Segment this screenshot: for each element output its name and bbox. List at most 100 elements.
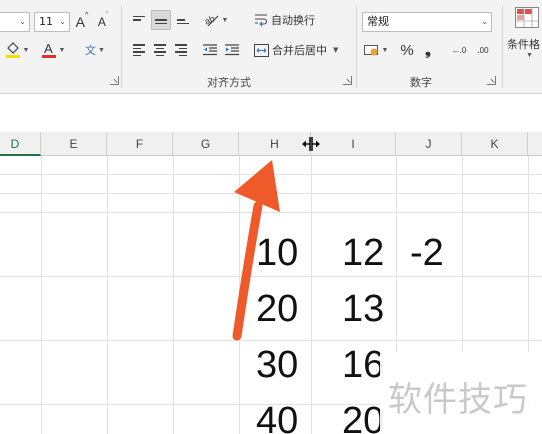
align-top-icon bbox=[133, 15, 145, 25]
down-caret-icon: ˇ bbox=[105, 12, 109, 19]
chevron-down-icon: ▼ bbox=[526, 52, 533, 59]
svg-text:A: A bbox=[44, 41, 53, 56]
gridline bbox=[239, 156, 240, 434]
gridline bbox=[107, 156, 108, 434]
chevron-down-icon: ▼ bbox=[333, 46, 339, 54]
number-group-label: 数字 bbox=[410, 76, 432, 89]
font-color-button[interactable]: A ▼ bbox=[38, 40, 68, 60]
cell-h-value[interactable]: 20 bbox=[256, 288, 298, 331]
chevron-down-icon: ▼ bbox=[22, 46, 30, 54]
increase-decimal-button[interactable]: ←.0 bbox=[448, 40, 470, 60]
chevron-down-icon: ⌄ bbox=[19, 17, 26, 26]
cell-h-value[interactable]: 10 bbox=[256, 232, 298, 275]
percent-label: % bbox=[400, 41, 414, 59]
align-middle-button[interactable] bbox=[151, 10, 171, 30]
column-header-j[interactable]: J bbox=[396, 132, 462, 156]
cell-i-value[interactable]: 13 bbox=[342, 288, 384, 331]
alignment-group-label: 对齐方式 bbox=[207, 76, 251, 89]
align-right-button[interactable] bbox=[172, 40, 190, 60]
align-top-button[interactable] bbox=[130, 10, 148, 30]
number-format-value: 常规 bbox=[367, 15, 389, 28]
chevron-down-icon: ⌄ bbox=[481, 17, 488, 26]
align-left-button[interactable] bbox=[130, 40, 148, 60]
cell-h-value[interactable]: 30 bbox=[256, 344, 298, 387]
decrease-decimal-label: .00 bbox=[477, 45, 489, 55]
orientation-button[interactable]: ab ▼ bbox=[201, 10, 231, 30]
percent-style-button[interactable]: % bbox=[397, 40, 417, 60]
cell-h-value[interactable]: 40 bbox=[256, 400, 298, 434]
merge-center-button[interactable]: 合并后居中 ▼ bbox=[254, 40, 338, 60]
shrink-font-label: A bbox=[97, 15, 106, 29]
decrease-indent-icon bbox=[203, 44, 217, 56]
comma-label: ❟ bbox=[425, 41, 431, 59]
up-caret-icon: ^ bbox=[85, 12, 89, 19]
cell-i-value[interactable]: 20 bbox=[342, 400, 384, 434]
group-separator bbox=[502, 6, 503, 88]
column-header-row: D E F G H I J K bbox=[0, 132, 542, 156]
decrease-indent-button[interactable] bbox=[201, 40, 219, 60]
wrap-text-label: 自动换行 bbox=[271, 14, 315, 27]
gridline bbox=[0, 340, 542, 341]
watermark-text: 软件技巧 bbox=[388, 380, 528, 420]
align-center-icon bbox=[154, 44, 166, 56]
number-dialog-launcher[interactable] bbox=[487, 76, 496, 85]
ribbon: ⌄ 11 ⌄ A ^ Aˇ ▼ A ▼ 文 ▼ ab ▼ 自动换行 合并后居中 … bbox=[0, 0, 542, 94]
align-center-button[interactable] bbox=[151, 40, 169, 60]
column-header-label: I bbox=[351, 137, 355, 151]
wrap-text-button[interactable]: 自动换行 bbox=[254, 10, 315, 30]
align-left-icon bbox=[133, 44, 145, 56]
accounting-format-button[interactable]: ▼ bbox=[362, 40, 390, 60]
watermark: 软件技巧 bbox=[380, 352, 542, 434]
conditional-format-button[interactable] bbox=[511, 7, 542, 28]
number-format-combo[interactable]: 常规 ⌄ bbox=[362, 12, 492, 32]
column-resize-cursor-icon bbox=[302, 137, 320, 151]
conditional-format-icon bbox=[514, 7, 539, 28]
column-header-e[interactable]: E bbox=[41, 132, 107, 156]
column-header-g[interactable]: G bbox=[173, 132, 239, 156]
gridline bbox=[0, 193, 542, 194]
increase-indent-button[interactable] bbox=[223, 40, 241, 60]
align-bottom-button[interactable] bbox=[174, 10, 192, 30]
increase-indent-icon bbox=[225, 44, 239, 56]
column-header-label: J bbox=[425, 137, 432, 151]
column-header-label: D bbox=[10, 137, 20, 151]
column-header-label: E bbox=[69, 137, 78, 151]
font-size-combo[interactable]: 11 ⌄ bbox=[34, 12, 70, 32]
merge-center-label: 合并后居中 bbox=[272, 44, 327, 57]
font-color-icon: A bbox=[41, 41, 56, 58]
phonetic-label: 文 bbox=[85, 45, 97, 57]
chevron-down-icon: ▼ bbox=[98, 46, 105, 54]
conditional-format-label: 条件格 bbox=[507, 38, 540, 51]
comma-style-button[interactable]: ❟ bbox=[420, 40, 436, 60]
column-header-label: H bbox=[270, 137, 279, 151]
font-size-value: 11 bbox=[39, 15, 53, 28]
formula-bar-area bbox=[0, 94, 542, 132]
fill-color-button[interactable]: ▼ bbox=[2, 40, 32, 60]
gridline bbox=[311, 156, 312, 434]
alignment-dialog-launcher[interactable] bbox=[343, 76, 352, 85]
group-separator bbox=[356, 6, 357, 88]
phonetic-button[interactable]: 文 ▼ bbox=[82, 40, 108, 60]
font-dialog-launcher[interactable] bbox=[110, 76, 119, 85]
chevron-down-icon: ⌄ bbox=[59, 17, 66, 26]
cell-i-value[interactable]: 12 bbox=[342, 232, 384, 275]
column-header-label: K bbox=[490, 137, 499, 151]
align-right-icon bbox=[175, 44, 187, 56]
accounting-icon bbox=[363, 45, 378, 56]
merge-cells-icon bbox=[254, 43, 269, 57]
font-name-combo[interactable]: ⌄ bbox=[0, 12, 30, 32]
column-header-k[interactable]: K bbox=[462, 132, 528, 156]
fill-bucket-icon bbox=[5, 42, 20, 58]
chevron-down-icon: ▼ bbox=[221, 16, 229, 24]
cell-j-value[interactable]: -2 bbox=[410, 232, 444, 275]
column-header-f[interactable]: F bbox=[107, 132, 173, 156]
cell-i-value[interactable]: 16 bbox=[342, 344, 384, 387]
column-header-i[interactable]: I bbox=[311, 132, 396, 156]
grow-font-button[interactable]: A ^ bbox=[73, 12, 91, 32]
column-header-label: F bbox=[135, 137, 144, 151]
shrink-font-button[interactable]: Aˇ bbox=[94, 12, 112, 32]
column-header-h[interactable]: H bbox=[239, 132, 311, 156]
decrease-decimal-button[interactable]: .00 bbox=[472, 40, 494, 60]
chevron-down-icon: ▼ bbox=[58, 46, 66, 54]
column-header-d[interactable]: D bbox=[0, 132, 41, 156]
